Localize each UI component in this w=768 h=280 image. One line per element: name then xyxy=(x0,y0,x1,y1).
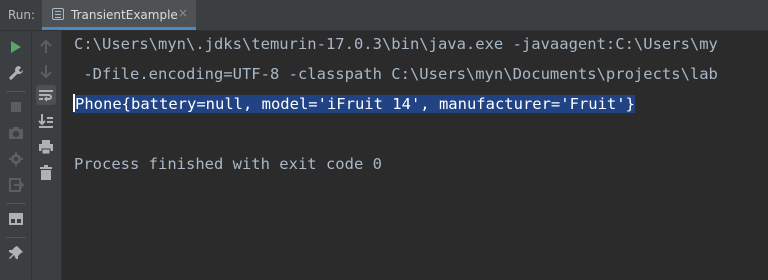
bug-settings-icon[interactable] xyxy=(6,149,26,169)
toolbar-separator xyxy=(6,237,26,238)
toolbar-separator xyxy=(6,203,26,204)
close-icon[interactable]: × xyxy=(178,6,188,20)
layout-icon[interactable] xyxy=(6,209,26,229)
output-first-char: P xyxy=(75,95,85,113)
scroll-to-end-icon[interactable] xyxy=(36,111,56,131)
soft-wrap-icon[interactable] xyxy=(36,85,56,105)
left-toolbar xyxy=(0,31,32,280)
down-arrow-icon[interactable] xyxy=(36,61,56,81)
run-tool-window-header: Run: TransientExample × xyxy=(0,0,768,31)
exit-icon[interactable] xyxy=(6,175,26,195)
run-label: Run: xyxy=(8,8,36,22)
stop-icon[interactable] xyxy=(6,97,26,117)
console-line-exit: Process finished with exit code 0 xyxy=(74,155,382,173)
toolbar-separator xyxy=(6,91,26,92)
tab-transient-example[interactable]: TransientExample × xyxy=(42,0,196,30)
console-tab-icon xyxy=(52,8,64,20)
selected-text: Phone{battery=null, model='iFruit 14', m… xyxy=(73,94,635,113)
console-line-classpath: -Dfile.encoding=UTF-8 -classpath C:\User… xyxy=(74,65,718,83)
camera-icon[interactable] xyxy=(6,123,26,143)
console-line-output[interactable]: Phone{battery=null, model='iFruit 14', m… xyxy=(73,94,635,113)
up-arrow-icon[interactable] xyxy=(36,37,56,57)
tab-label: TransientExample xyxy=(71,8,178,22)
print-icon[interactable] xyxy=(36,137,56,157)
wrench-icon[interactable] xyxy=(6,63,26,83)
output-rest: hone{battery=null, model='iFruit 14', ma… xyxy=(84,95,635,113)
trash-icon[interactable] xyxy=(36,163,56,183)
console-line-command: C:\Users\myn\.jdks\temurin-17.0.3\bin\ja… xyxy=(74,35,718,53)
pin-icon[interactable] xyxy=(6,243,26,263)
run-icon[interactable] xyxy=(6,37,26,57)
console-output[interactable]: C:\Users\myn\.jdks\temurin-17.0.3\bin\ja… xyxy=(62,31,768,280)
console-toolbar xyxy=(32,31,62,280)
